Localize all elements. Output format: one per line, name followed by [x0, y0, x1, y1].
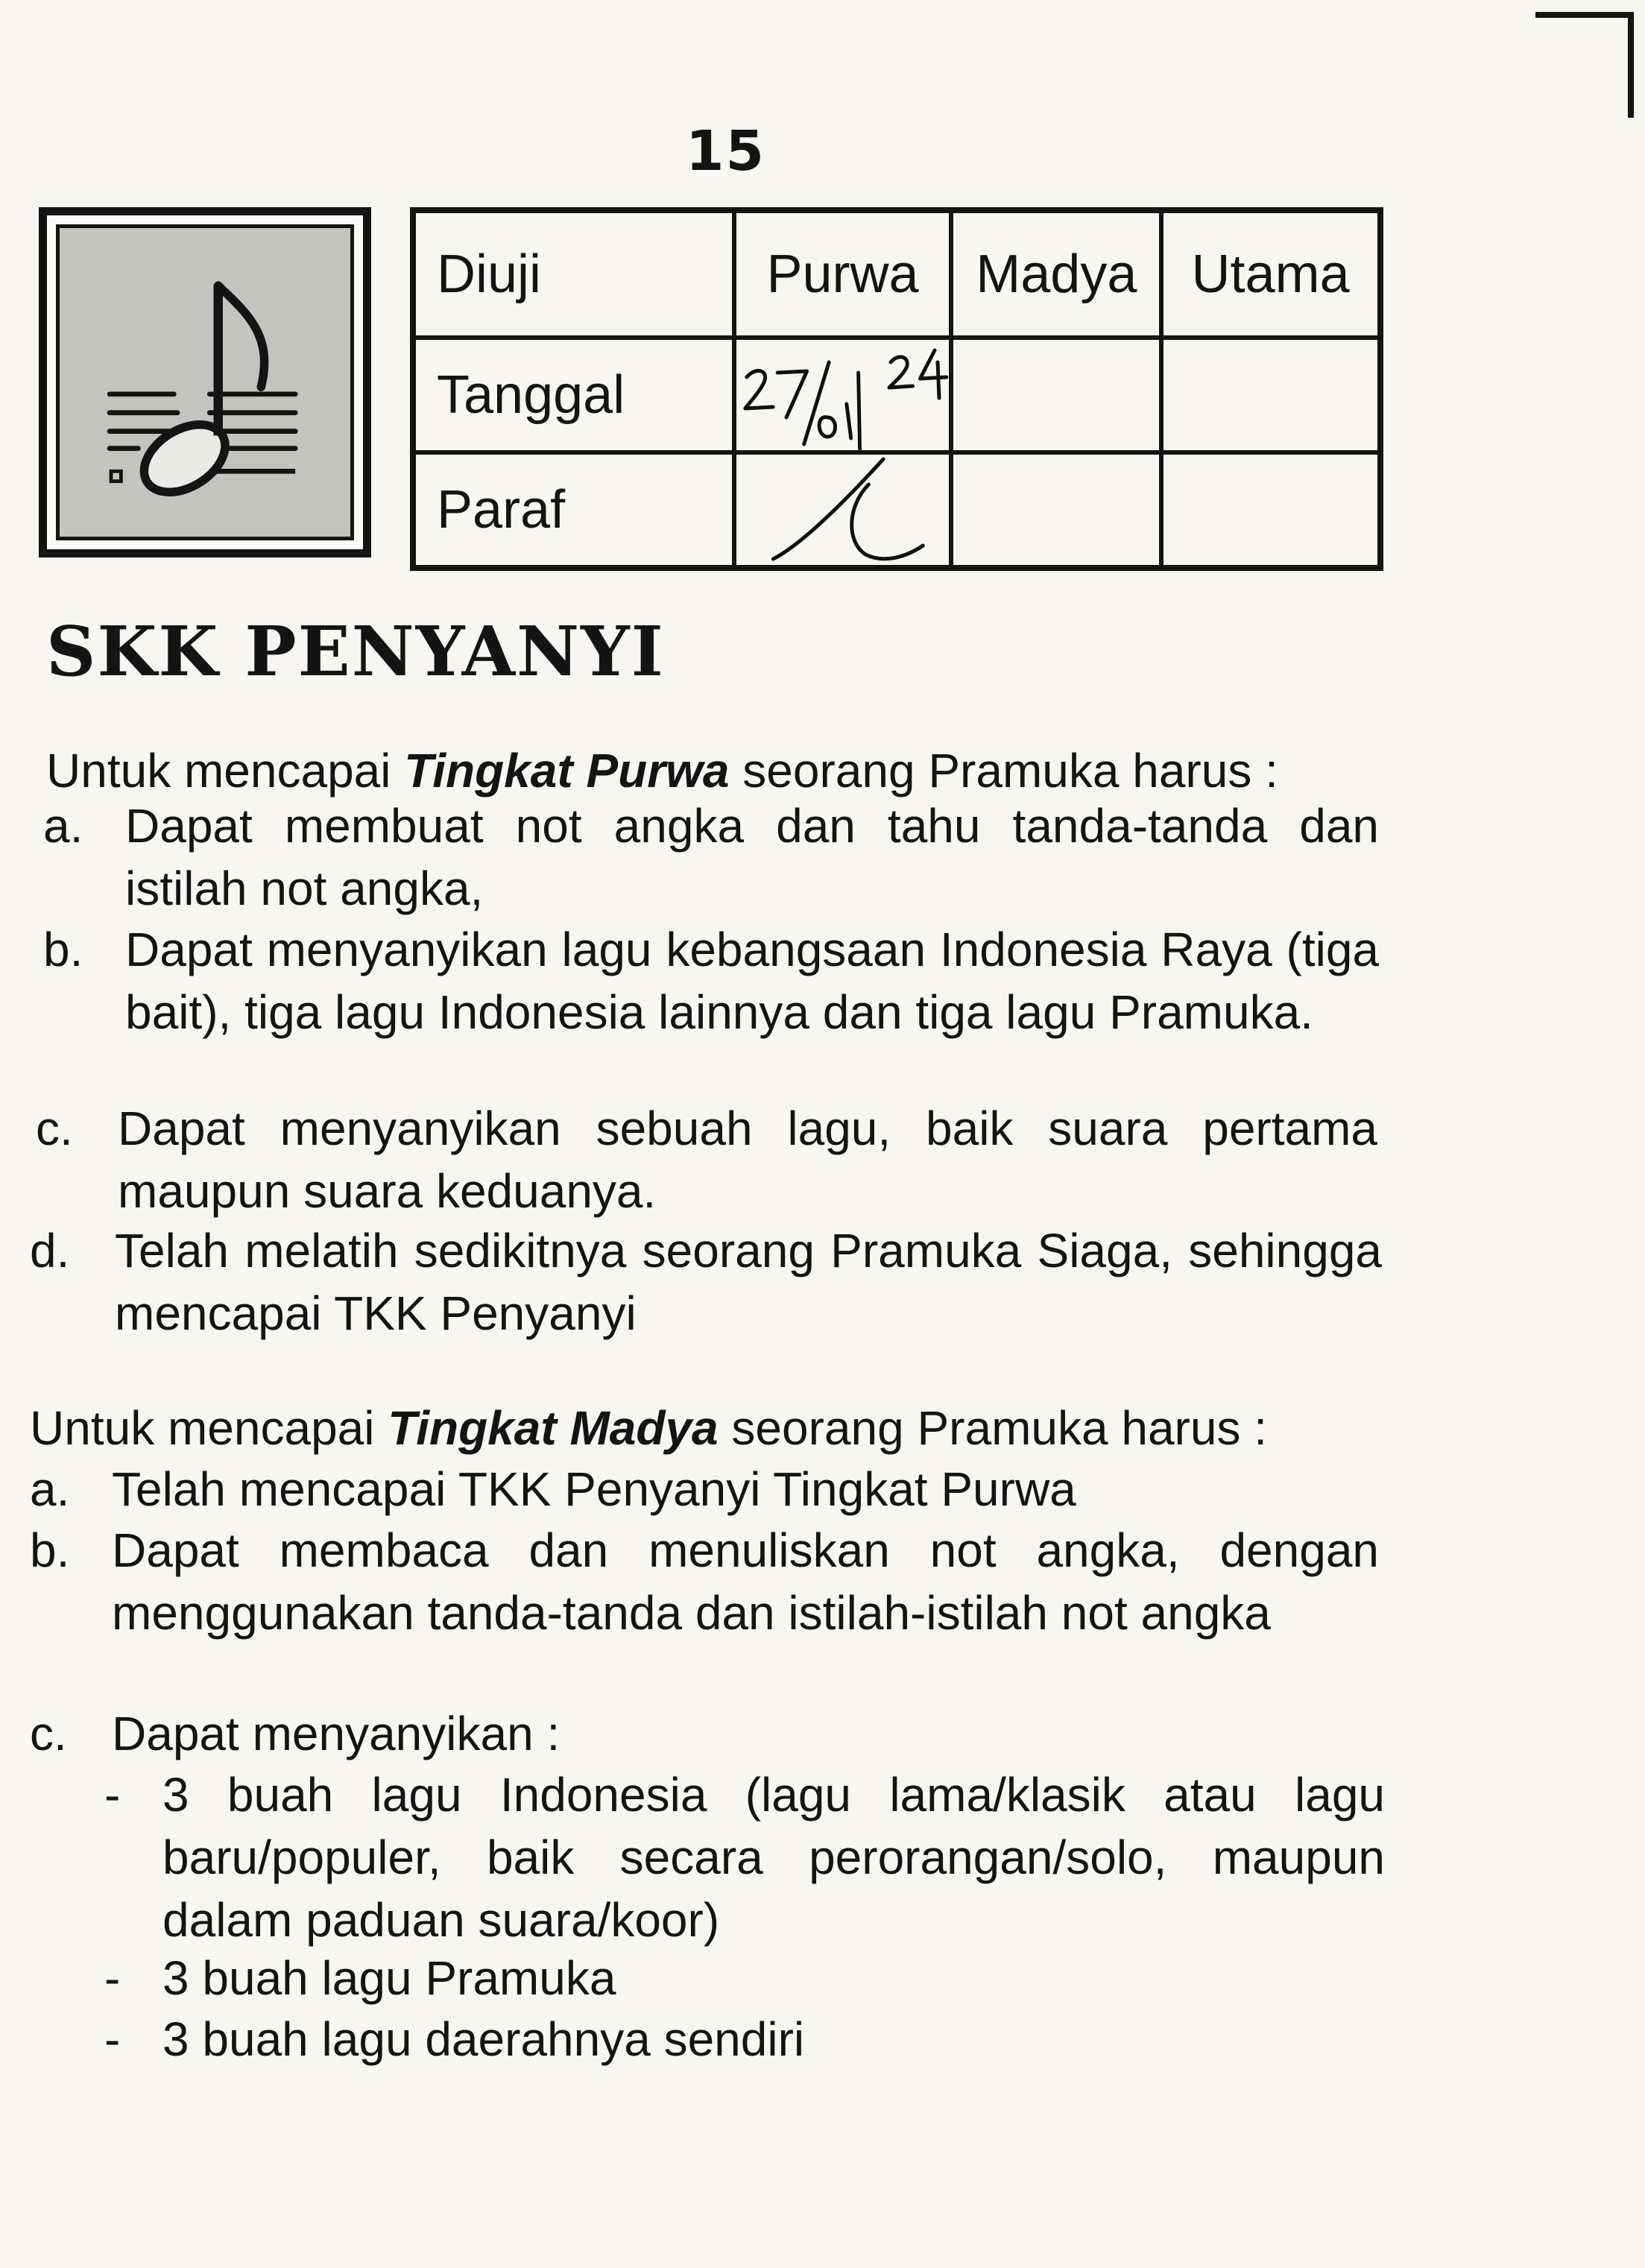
dash-bullet: -: [104, 1768, 121, 1822]
madya-subitem-2: - 3 buah lagu Pramuka: [104, 1947, 1386, 2014]
madya-subitem-3: - 3 buah lagu daerahnya sendiri: [104, 2008, 1386, 2075]
list-letter: c.: [36, 1102, 73, 1155]
header-diuji: Diuji: [411, 208, 736, 340]
madya-intro: Untuk mencapai Tingkat Madya seorang Pra…: [30, 1397, 1267, 1459]
purwa-item-a: a. Dapat membuat not angka dan tahu tand…: [43, 795, 1385, 921]
list-text: Dapat menyanyikan lagu kebangsaan Indone…: [125, 923, 1379, 1039]
tanggal-utama-cell: [1159, 335, 1383, 455]
list-text: Dapat menyanyikan :: [112, 1707, 561, 1760]
header-madya: Madya: [949, 208, 1164, 340]
purwa-item-d: d. Telah melatih sedikitnya seorang Pram…: [30, 1219, 1385, 1346]
subitem-text: 3 buah lagu Pramuka: [162, 1951, 616, 2005]
list-text: Dapat membaca dan menuliskan not angka, …: [112, 1523, 1379, 1640]
test-status-table: Diuji Purwa Madya Utama Tanggal Paraf: [410, 207, 1383, 571]
table-row-paraf: Paraf: [411, 450, 1383, 570]
dash-bullet: -: [104, 2012, 121, 2066]
table-header-row: Diuji Purwa Madya Utama: [411, 208, 1383, 340]
purwa-intro: Untuk mencapai Tingkat Purwa seorang Pra…: [46, 739, 1278, 802]
handwritten-date: [743, 348, 948, 450]
purwa-intro-after: seorang Pramuka harus :: [729, 744, 1278, 797]
list-letter: a.: [43, 799, 83, 853]
header-purwa: Purwa: [731, 208, 954, 340]
page-title: SKK PENYANYI: [46, 611, 665, 692]
subitem-text: 3 buah lagu daerahnya sendiri: [162, 2012, 805, 2066]
list-letter: d.: [30, 1224, 70, 1277]
paraf-madya-cell: [949, 450, 1164, 570]
music-note-icon: [107, 281, 298, 497]
handwritten-signature: [771, 457, 925, 561]
madya-item-b: b. Dapat membaca dan menuliskan not angk…: [30, 1519, 1385, 1707]
madya-level: Tingkat Madya: [388, 1401, 719, 1455]
tanggal-madya-cell: [949, 335, 1164, 455]
madya-intro-before: Untuk mencapai: [30, 1401, 388, 1455]
purwa-item-b: b. Dapat menyanyikan lagu kebangsaan Ind…: [43, 918, 1385, 1106]
paraf-purwa-cell: [731, 450, 954, 570]
corner-crop-mark: [1535, 12, 1634, 118]
madya-item-c: c. Dapat menyanyikan :: [30, 1702, 1385, 1769]
list-text: Telah mencapai TKK Penyanyi Tingkat Purw…: [112, 1462, 1076, 1516]
list-text: Dapat menyanyikan sebuah lagu, baik suar…: [118, 1102, 1377, 1218]
badge-panel: [56, 224, 354, 540]
row-label-paraf: Paraf: [411, 450, 736, 570]
header-utama: Utama: [1159, 208, 1383, 340]
table-row-tanggal: Tanggal: [411, 335, 1383, 455]
purwa-intro-before: Untuk mencapai: [46, 744, 405, 797]
madya-item-a: a. Telah mencapai TKK Penyanyi Tingkat P…: [30, 1458, 1385, 1525]
page-number: 15: [686, 119, 765, 183]
list-letter: a.: [30, 1462, 70, 1516]
row-label-tanggal: Tanggal: [411, 335, 736, 455]
purwa-level: Tingkat Purwa: [404, 744, 730, 797]
list-letter: b.: [30, 1523, 70, 1577]
paraf-utama-cell: [1159, 450, 1383, 570]
list-letter: c.: [30, 1707, 67, 1760]
madya-subitem-1: - 3 buah lagu Indonesia (lagu lama/klasi…: [104, 1763, 1386, 1951]
dash-bullet: -: [104, 1951, 121, 2005]
list-letter: b.: [43, 923, 83, 976]
tanggal-purwa-cell: [731, 335, 954, 455]
subitem-text: 3 buah lagu Indonesia (lagu lama/klasik …: [162, 1768, 1385, 1947]
purwa-item-c: c. Dapat menyanyikan sebuah lagu, baik s…: [36, 1097, 1385, 1224]
madya-intro-after: seorang Pramuka harus :: [718, 1401, 1267, 1455]
list-text: Telah melatih sedikitnya seorang Pramuka…: [115, 1224, 1382, 1340]
list-text: Dapat membuat not angka dan tahu tanda-t…: [125, 799, 1379, 915]
skk-badge: [39, 207, 371, 557]
